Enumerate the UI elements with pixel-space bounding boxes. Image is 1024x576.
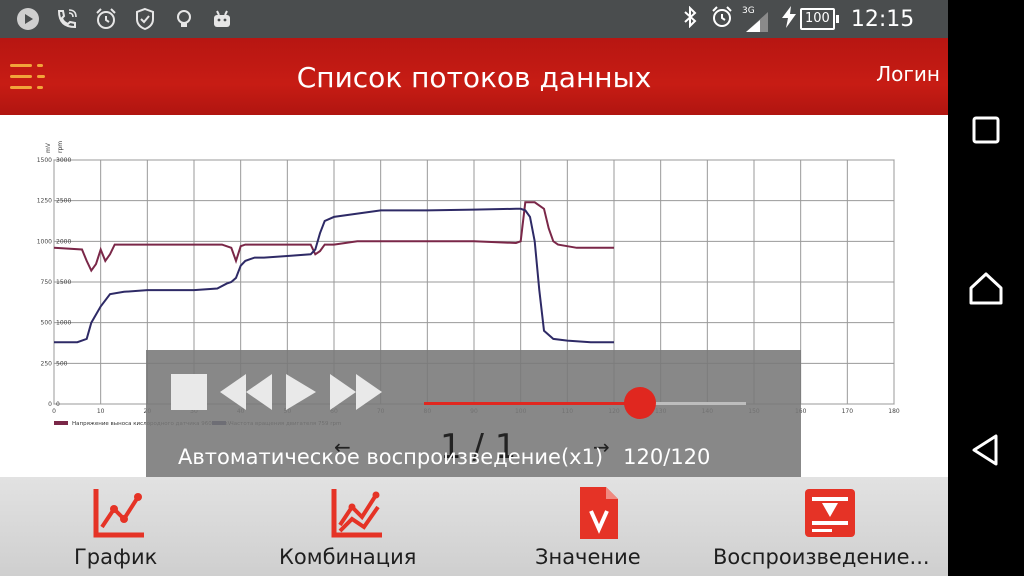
value-document-icon [570,485,626,541]
y-right-tick-label: 1500 [56,279,71,286]
bulb-icon [172,7,196,31]
login-button[interactable]: Логин [876,62,940,86]
tab-label: Значение [535,545,641,569]
signal-icon: 3G [742,4,770,34]
x-tick-label: 170 [842,408,854,415]
page-title: Список потоков данных [296,61,652,94]
rewind-button[interactable] [218,373,274,415]
playback-icon [802,485,858,541]
y-left-unit-label: mV [45,142,52,153]
y-left-tick-label: 1500 [37,157,52,164]
alarm-icon [94,7,118,31]
charging-icon [782,6,796,32]
progress-track[interactable] [424,387,746,419]
recents-button[interactable] [966,110,1006,150]
legend-swatch-1 [54,421,68,425]
y-left-tick-label: 250 [41,360,53,367]
x-tick-label: 0 [52,408,56,415]
y-right-tick-label: 2000 [56,238,71,245]
alarm-icon [710,5,734,33]
menu-icon[interactable] [10,64,46,92]
tab-playback[interactable]: Воспроизведение... [710,477,948,576]
y-left-tick-label: 1000 [37,238,52,245]
y-right-tick-label: 2500 [56,198,71,205]
y-left-tick-label: 0 [48,401,52,408]
autoplay-text: Автоматическое воспроизведение(x1) [178,445,604,469]
y-left-tick-label: 1250 [37,198,52,205]
graph-icon [92,485,148,541]
progress-knob[interactable] [623,387,656,419]
tab-label: График [74,545,158,569]
y-left-tick-label: 750 [41,279,53,286]
y-right-tick-label: 1000 [56,320,71,327]
x-tick-label: 180 [888,408,900,415]
playback-panel: ← 1 / 1 → Автоматическое воспроизведение… [146,350,801,477]
play-button[interactable] [284,373,318,415]
app-bar: Список потоков данных Логин [0,38,948,115]
status-right: 3G 100 12:15 [680,0,914,38]
y-right-tick-label: 3000 [56,157,71,164]
stop-button[interactable] [170,373,208,415]
y-right-tick-label: 500 [56,360,68,367]
tab-combination[interactable]: Комбинация [240,477,480,576]
battery-level: 100 [800,8,839,30]
home-button[interactable] [966,268,1006,308]
fast-forward-button[interactable] [328,373,384,415]
progress-fill [424,402,640,405]
autoplay-counter: 120/120 [623,445,711,469]
shield-check-icon [133,7,157,31]
tab-value[interactable]: Значение [480,477,710,576]
tab-label: Комбинация [279,545,417,569]
autoplay-status: Автоматическое воспроизведение(x1) 120/1… [178,445,710,469]
tab-label: Воспроизведение... [713,545,930,569]
status-clock: 12:15 [850,6,915,32]
back-button[interactable] [966,430,1006,470]
y-right-tick-label: 0 [56,401,60,408]
y-right-unit-label: rpm [57,141,64,153]
chart-area: 0102030405060708090100110120130140150160… [0,115,948,477]
system-nav-bar [948,0,1024,576]
android-icon [210,7,234,31]
bluetooth-icon [680,5,700,32]
y-left-tick-label: 500 [41,320,53,327]
phone-wifi-icon [55,7,79,31]
bottom-tab-bar: График Комбинация Значение Воспроизведен… [0,477,948,576]
combined-graph-icon [330,485,386,541]
status-bar: 3G 100 12:15 [0,0,948,38]
tab-graph[interactable]: График [0,477,240,576]
x-tick-label: 10 [97,408,105,415]
play-store-icon [16,7,40,31]
